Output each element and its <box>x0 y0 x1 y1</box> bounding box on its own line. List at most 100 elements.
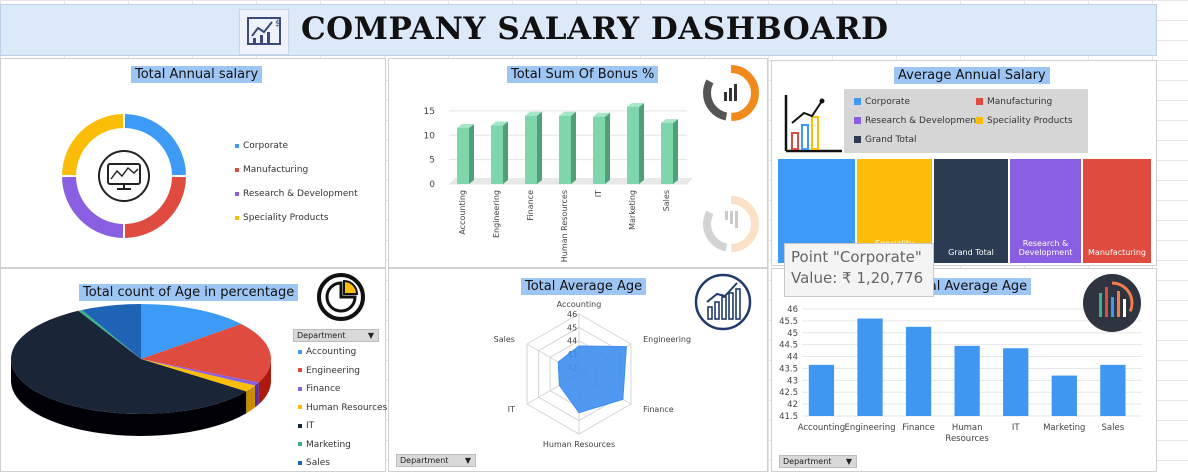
legend-swatch <box>854 98 861 105</box>
legend-label: IT <box>306 421 315 431</box>
page-title: COMPANY SALARY DASHBOARD <box>301 11 889 47</box>
agebar-ytick: 42 <box>787 400 798 410</box>
annual-salary-panel[interactable]: Total Annual salary Corporate Manufacturi… <box>0 58 386 268</box>
legend-item-manufacturing: Manufacturing <box>235 165 308 175</box>
avg-salary-tile-grand-total[interactable]: Grand Total <box>934 159 1008 263</box>
avg-salary-legend-grand-total: Grand Total <box>854 135 917 145</box>
colorful-chart-icon <box>1083 274 1141 332</box>
bonus-bar-sales[interactable] <box>661 123 673 184</box>
radar-rtick: 45 <box>567 323 577 332</box>
legend-label: Corporate <box>865 97 910 107</box>
monitor-icon <box>98 150 150 202</box>
radar-label-sales: Sales <box>494 335 515 344</box>
radar-label-it: IT <box>508 405 515 414</box>
avg-salary-panel[interactable]: Average Annual Salary Corporate Manufactu… <box>771 60 1157 297</box>
pie-chart-icon <box>317 273 365 321</box>
legend-swatch <box>854 117 861 124</box>
legend-label: Grand Total <box>865 135 917 145</box>
agebar-finance[interactable] <box>905 326 932 416</box>
bonus-bar-engineering[interactable] <box>491 125 503 185</box>
age-legend-sales: Sales <box>298 458 330 468</box>
radar-rtick: 44 <box>567 337 577 346</box>
legend-label: Accounting <box>306 347 357 357</box>
bonus-bar-side <box>537 111 542 184</box>
avg-age-bar-panel[interactable]: Total Average Age 41.5 42 42.5 43 43.5 44 44.5… <box>771 268 1157 472</box>
avg-salary-legend: Corporate Manufacturing Research & Develop… <box>844 89 1088 153</box>
radar-label-accounting: Accounting <box>557 300 602 309</box>
tile-label: Grand Total <box>948 248 994 257</box>
chevron-down-icon: ▼ <box>367 331 374 340</box>
agebar-accounting[interactable] <box>808 364 835 416</box>
legend-swatch <box>235 167 239 172</box>
bonus-bar-it[interactable] <box>593 116 605 184</box>
legend-label: Engineering <box>306 365 360 376</box>
age-legend-marketing: Marketing <box>298 440 351 450</box>
agebar-ytick: 44 <box>787 353 798 363</box>
avg-salary-tile-manufacturing[interactable]: Manufacturing <box>1083 159 1151 263</box>
agebar-ytick: 43.5 <box>779 364 798 374</box>
agebar-sales[interactable] <box>1100 364 1126 416</box>
bonus-bar-marketing[interactable] <box>627 106 639 184</box>
age-legend-it: IT <box>298 421 314 431</box>
tile-label: Manufacturing <box>1088 248 1146 257</box>
avg-age-bar-chart: 41.5 42 42.5 43 43.544 44.5 45 45.5 46 Accounting… <box>779 274 1142 444</box>
bonus-bar-finance[interactable] <box>525 115 537 184</box>
avg-salary-tile-research-development[interactable]: Research & Development <box>1010 159 1081 263</box>
department-filter-dropdown[interactable]: Department ▼ <box>293 329 379 342</box>
legend-swatch <box>976 117 983 124</box>
legend-swatch <box>854 136 861 143</box>
bonus-bar-accounting[interactable] <box>457 127 469 184</box>
bonus-ytick: 0 <box>429 180 435 190</box>
agebar-it[interactable] <box>1003 348 1029 416</box>
chevron-down-icon: ▼ <box>845 457 852 466</box>
bonus-xtick: Finance <box>526 190 535 221</box>
legend-swatch <box>976 98 983 105</box>
legend-label: Manufacturing <box>987 97 1053 107</box>
agebar-xtick: Sales <box>1102 423 1125 433</box>
bonus-bar-human-resources[interactable] <box>559 115 571 184</box>
agebar-engineering[interactable] <box>857 318 883 416</box>
department-filter-label: Department <box>297 331 346 340</box>
agebar-human-resources[interactable] <box>954 345 980 416</box>
legend-label: Research & Development <box>243 189 358 199</box>
bar-department-filter[interactable]: Department ▼ <box>779 455 857 468</box>
avg-age-radar: 4243444546AccountingEngineeringFinanceHu… <box>494 273 752 449</box>
chart-logo-icon: $ <box>239 9 289 55</box>
bonus-bar-side <box>673 119 678 184</box>
bonus-panel[interactable]: Total Sum Of Bonus % 0 5 10 15 Accounting Eng… <box>388 58 768 268</box>
legend-label: Finance <box>306 384 341 394</box>
bonus-xtick: IT <box>594 190 603 197</box>
radar-label-finance: Finance <box>643 405 674 414</box>
legend-label: Manufacturing <box>243 165 309 175</box>
radar-series-area[interactable] <box>557 345 627 414</box>
legend-swatch <box>235 191 239 196</box>
agebar-ytick: 43 <box>787 376 798 386</box>
svg-text:$: $ <box>275 19 281 29</box>
filter-icon: ▼ <box>464 456 471 465</box>
avg-salary-legend-speciality-products: Speciality Products <box>976 116 1073 126</box>
bonus-bar-side <box>605 112 610 184</box>
bonus-xtick: Sales <box>662 190 671 211</box>
agebar-xtick: Resources <box>945 434 989 444</box>
radar-label-human-resources: Human Resources <box>543 440 615 449</box>
legend-item-speciality-products: Speciality Products <box>235 213 329 223</box>
faded-report-icon <box>703 196 759 252</box>
agebar-ytick: 45.5 <box>779 317 798 327</box>
radar-department-filter[interactable]: Department ▼ <box>396 454 476 467</box>
legend-swatch <box>235 143 239 148</box>
donut-report-icon <box>703 65 759 121</box>
avg-salary-legend-research-development: Research & Development <box>854 116 980 126</box>
agebar-marketing[interactable] <box>1051 375 1077 416</box>
tile-label: Research & Development <box>1018 239 1073 257</box>
agebar-ytick: 45 <box>787 329 798 339</box>
avg-age-radar-panel[interactable]: Total Average Age 4243444546AccountingEn… <box>388 268 768 472</box>
age-pct-panel[interactable]: Total count of Age in percentage Departm… <box>0 268 387 472</box>
legend-swatch <box>298 368 302 372</box>
bonus-xtick: Accounting <box>458 190 467 235</box>
legend-label: Speciality Products <box>243 213 329 223</box>
bonus-xtick: Marketing <box>628 190 637 230</box>
legend-item-corporate: Corporate <box>235 141 288 151</box>
legend-label: Speciality Products <box>987 116 1073 126</box>
annual-salary-donut <box>62 114 186 238</box>
bonus-bar-side <box>503 121 508 184</box>
